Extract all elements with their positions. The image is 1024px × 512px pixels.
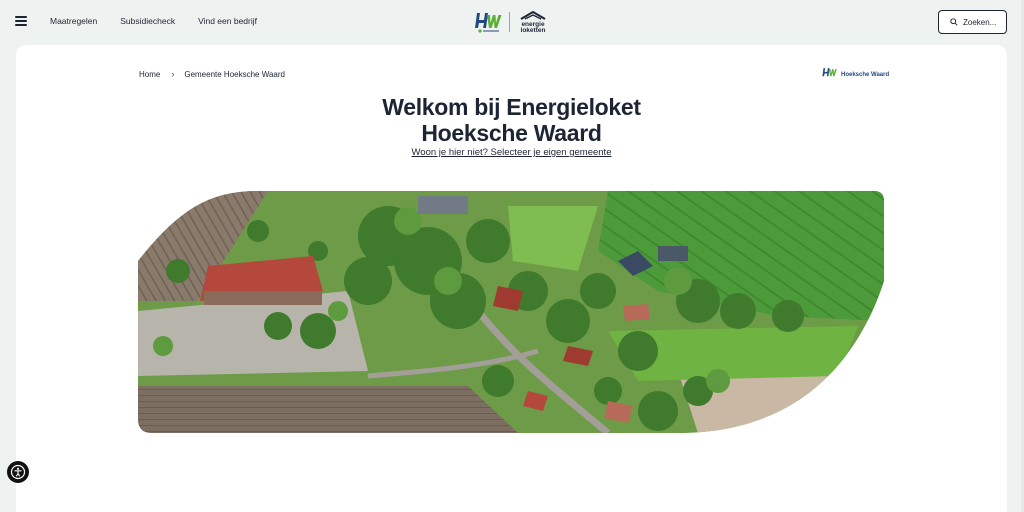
content-card: Home › Gemeente Hoeksche Waard Hoeksche …	[16, 45, 1007, 512]
menu-icon[interactable]	[15, 16, 27, 26]
page-title-line1: Welkom bij Energieloket	[382, 94, 641, 120]
energieloket-line2: loketten	[521, 27, 546, 33]
hw-small-logo-icon	[822, 68, 837, 77]
change-municipality-link[interactable]: Woon je hier niet? Selecteer je eigen ge…	[16, 147, 1007, 158]
logo-divider	[509, 12, 510, 32]
hero-aerial-image	[138, 191, 884, 433]
brand-logos[interactable]: energie loketten	[474, 10, 547, 34]
chevron-right-icon: ›	[171, 69, 175, 79]
municipality-logo: Hoeksche Waard	[821, 67, 889, 79]
nav-item-vind-een-bedrijf[interactable]: Vind een bedrijf	[198, 16, 257, 26]
breadcrumb-current: Gemeente Hoeksche Waard	[184, 69, 285, 79]
search-icon	[950, 18, 958, 26]
nav-item-maatregelen[interactable]: Maatregelen	[50, 16, 97, 26]
municipality-logo-name: Hoeksche Waard	[841, 71, 890, 78]
hoeksche-waard-logo	[475, 13, 502, 33]
search-label: Zoeken...	[963, 17, 997, 27]
page-title: Welkom bij Energieloket Hoeksche Waard	[16, 94, 1007, 146]
top-navigation: Maatregelen Subsidiecheck Vind een bedri…	[0, 0, 1024, 44]
page-title-line2: Hoeksche Waard	[421, 120, 602, 146]
house-roof-icon: energie loketten	[520, 11, 546, 33]
energieloketten-logo: energie loketten	[519, 11, 547, 33]
search-button[interactable]: Zoeken...	[938, 10, 1007, 34]
accessibility-icon	[10, 464, 26, 480]
breadcrumb: Home › Gemeente Hoeksche Waard	[139, 69, 285, 79]
accessibility-button[interactable]	[7, 461, 29, 483]
main-nav: Maatregelen Subsidiecheck Vind een bedri…	[50, 16, 257, 26]
nav-item-subsidiecheck[interactable]: Subsidiecheck	[120, 16, 175, 26]
breadcrumb-home[interactable]: Home	[139, 70, 160, 79]
